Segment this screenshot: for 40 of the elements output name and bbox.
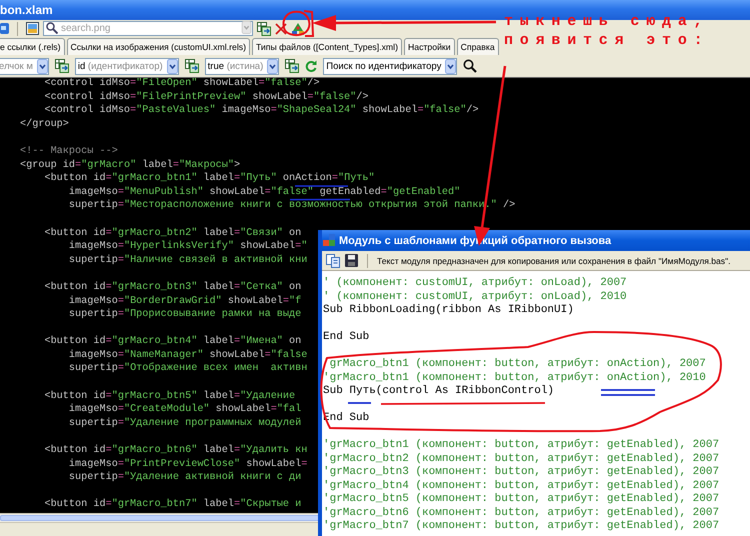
code-line: imageMso="HyperlinksVerify" showLabel=" (68, 241, 308, 254)
code-comment: 'grMacro_btn1 (компонент: button, атрибут: getEnabled), 2007 (323, 439, 720, 452)
info-text: Текст модуля предназначен для копирования или сохранения в файл "ИмяМодуля.bas". (377, 256, 731, 266)
code-comment: ' (компонент: customUI, атрибут: onLoad), 2010 (323, 290, 627, 304)
code-comment: 'grMacro_btn6 (компонент: button, атрибут: getEnabled), 2007 (323, 506, 720, 520)
code-line: Sub RibbonLoading(ribbon As IRibbonUI) (323, 304, 574, 318)
code-comment: 'grMacro_btn1 (компонент: button, атрибут: onAction), 2010 (323, 372, 706, 385)
code-line: <group id="grMacro" label="Макросы"> (20, 160, 240, 172)
code-comment: <!-- Макросы --> (20, 146, 118, 158)
code-comment: 'grMacro_btn3 (компонент: button, атрибут: getEnabled), 2007 (323, 466, 720, 480)
code-line: <control idMso="PasteValues" imageMso="ShapeSeal24" showLabel="false"/> (43, 105, 479, 118)
code-line: supertip="Прорисовывание рамки на выде (68, 309, 302, 322)
code-line: imageMso="CreateModule" showLabel="fal (68, 404, 302, 416)
code-line: <button id="grMacro_btn6" label="Удалить кн (43, 445, 308, 458)
code-line: supertip="Отображение всех имен активн (68, 363, 308, 376)
annotation-text: появится это: (504, 31, 710, 50)
code-line: <control idMso="FilePrintPreview" showLabel="false"/> (43, 92, 369, 104)
window-title: bon.xlam (0, 3, 53, 17)
code-line: End Sub (323, 331, 370, 344)
code-comment: ' (компонент: customUI, атрибут: onLoad), 2007 (323, 277, 627, 290)
code-line: <button id="grMacro_btn7" label="Скрытые и (43, 499, 302, 512)
code-line: supertip="Удаление активной книги с ди (68, 472, 302, 484)
code-line: imageMso="MenuPublish" showLabel="false" getEnabled="getEnabled" (68, 186, 460, 199)
code-line: <button id="grMacro_btn3" label="Сетка" on (43, 282, 302, 294)
code-line: supertip="Наличие связей в активной кни (68, 254, 308, 267)
code-line: </group> (20, 118, 69, 131)
code-line: imageMso="BorderDrawGrid" showLabel="f (68, 296, 302, 308)
code-line: <button id="grMacro_btn1" label="Путь" onAction="Путь" (43, 173, 375, 186)
code-line: imageMso="PrintPreviewClose" showLabel= (68, 458, 308, 471)
code-line: supertip="Удаление программных модулей (68, 418, 302, 430)
code-comment: 'grMacro_btn4 (компонент: button, атрибут: getEnabled), 2007 (323, 480, 720, 492)
code-comment: 'grMacro_btn2 (компонент: button, атрибут: getEnabled), 2007 (323, 452, 720, 466)
code-comment: 'grMacro_btn1 (компонент: button, атрибут: onAction), 2007 (323, 358, 706, 372)
code-line: <button id="grMacro_btn5" label="Удаление (43, 390, 296, 403)
code-comment: 'grMacro_btn5 (компонент: button, атрибут: getEnabled), 2007 (323, 493, 720, 506)
code-line: <button id="grMacro_btn4" label="Имена" on (43, 336, 302, 348)
code-comment: 'grMacro_btn7 (компонент: button, атрибут: getEnabled), 2007 (323, 520, 720, 534)
code-line: <button id="grMacro_btn2" label="Связи" on (43, 228, 302, 240)
code-line: imageMso="NameManager" showLabel="false (68, 350, 308, 362)
code-line: Sub Путь(control As IRibbonControl) (323, 385, 554, 398)
